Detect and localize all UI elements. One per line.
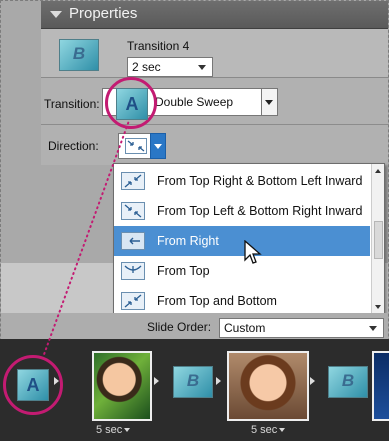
filmstrip-callout-highlight: A	[3, 355, 63, 415]
transition-icon[interactable]: A	[116, 88, 148, 120]
transition-icon-letter: A	[125, 94, 139, 114]
mouse-pointer-icon	[244, 240, 262, 264]
filmstrip-transition-icon[interactable]: A	[17, 369, 49, 401]
transition-callout-highlight: A	[105, 77, 157, 129]
transition-icon-letter: A	[26, 375, 40, 395]
